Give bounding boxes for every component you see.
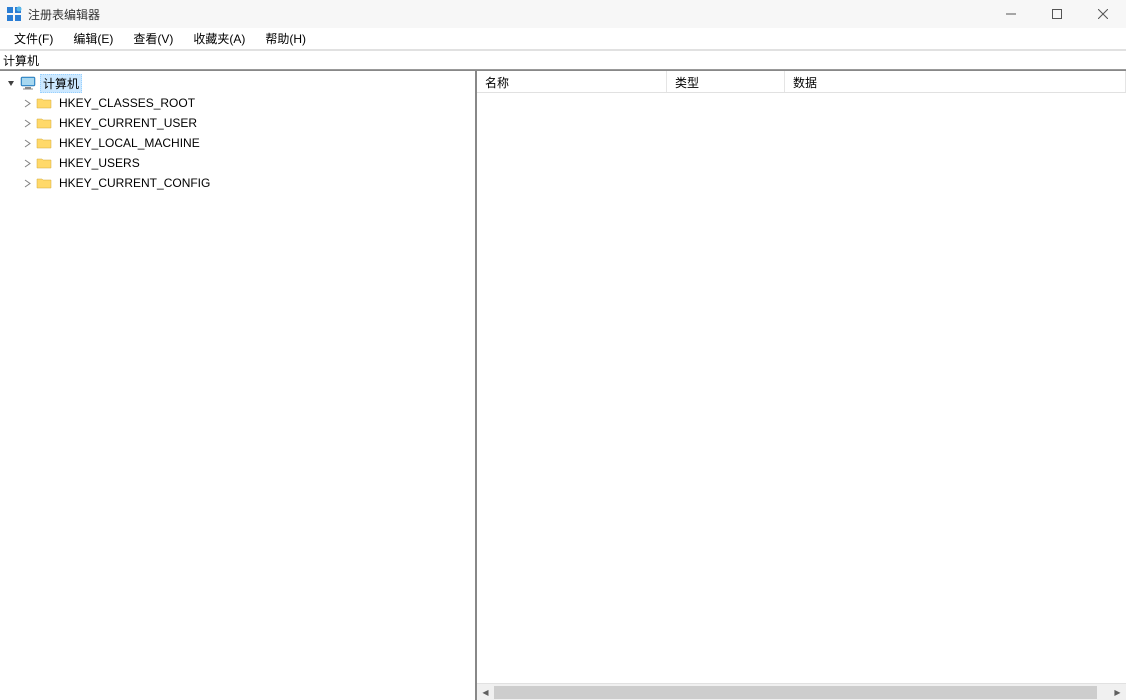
horizontal-scrollbar[interactable]: ◀ ▶ — [477, 683, 1126, 700]
computer-icon — [20, 76, 36, 90]
chevron-right-icon[interactable] — [20, 116, 34, 130]
tree-item-label: HKEY_CURRENT_USER — [56, 115, 200, 131]
chevron-right-icon[interactable] — [20, 136, 34, 150]
address-bar[interactable]: 计算机 — [0, 50, 1126, 70]
chevron-right-icon[interactable] — [20, 156, 34, 170]
scroll-track[interactable] — [494, 684, 1109, 700]
menu-file[interactable]: 文件(F) — [4, 28, 63, 49]
tree-item-label: HKEY_CLASSES_ROOT — [56, 95, 198, 111]
column-header-name[interactable]: 名称 — [477, 71, 667, 92]
list-header: 名称 类型 数据 — [477, 71, 1126, 93]
window-title: 注册表编辑器 — [28, 6, 100, 23]
tree-item-label: HKEY_LOCAL_MACHINE — [56, 135, 203, 151]
menu-view[interactable]: 查看(V) — [123, 28, 183, 49]
menu-help[interactable]: 帮助(H) — [255, 28, 316, 49]
scroll-right-arrow-icon[interactable]: ▶ — [1109, 684, 1126, 700]
tree-item-hkey-users[interactable]: HKEY_USERS — [0, 153, 475, 173]
menu-edit[interactable]: 编辑(E) — [63, 28, 123, 49]
close-button[interactable] — [1080, 0, 1126, 28]
tree-item-hkey-local-machine[interactable]: HKEY_LOCAL_MACHINE — [0, 133, 475, 153]
list-panel: 名称 类型 数据 ◀ ▶ — [477, 71, 1126, 700]
tree-panel[interactable]: 计算机 HKEY_CLASSES_ROOT HKEY_CURRENT_USER — [0, 71, 477, 700]
chevron-down-icon[interactable] — [4, 76, 18, 90]
folder-icon — [36, 116, 52, 130]
tree-root-computer[interactable]: 计算机 — [0, 73, 475, 93]
chevron-right-icon[interactable] — [20, 96, 34, 110]
folder-icon — [36, 136, 52, 150]
tree-item-label: HKEY_CURRENT_CONFIG — [56, 175, 213, 191]
folder-icon — [36, 156, 52, 170]
titlebar: 注册表编辑器 — [0, 0, 1126, 28]
window-controls — [988, 0, 1126, 28]
tree-item-hkey-current-user[interactable]: HKEY_CURRENT_USER — [0, 113, 475, 133]
folder-icon — [36, 176, 52, 190]
scroll-left-arrow-icon[interactable]: ◀ — [477, 684, 494, 700]
column-header-type[interactable]: 类型 — [667, 71, 785, 92]
scroll-thumb[interactable] — [494, 686, 1097, 699]
folder-icon — [36, 96, 52, 110]
content-area: 计算机 HKEY_CLASSES_ROOT HKEY_CURRENT_USER — [0, 70, 1126, 700]
app-icon — [6, 6, 22, 22]
menubar: 文件(F) 编辑(E) 查看(V) 收藏夹(A) 帮助(H) — [0, 28, 1126, 50]
column-header-data[interactable]: 数据 — [785, 71, 1126, 92]
list-body[interactable] — [477, 93, 1126, 683]
tree-root-label: 计算机 — [40, 74, 82, 93]
menu-favorites[interactable]: 收藏夹(A) — [183, 28, 255, 49]
maximize-button[interactable] — [1034, 0, 1080, 28]
tree-item-label: HKEY_USERS — [56, 155, 143, 171]
tree-item-hkey-current-config[interactable]: HKEY_CURRENT_CONFIG — [0, 173, 475, 193]
tree-item-hkey-classes-root[interactable]: HKEY_CLASSES_ROOT — [0, 93, 475, 113]
chevron-right-icon[interactable] — [20, 176, 34, 190]
address-text: 计算机 — [3, 52, 39, 69]
minimize-button[interactable] — [988, 0, 1034, 28]
